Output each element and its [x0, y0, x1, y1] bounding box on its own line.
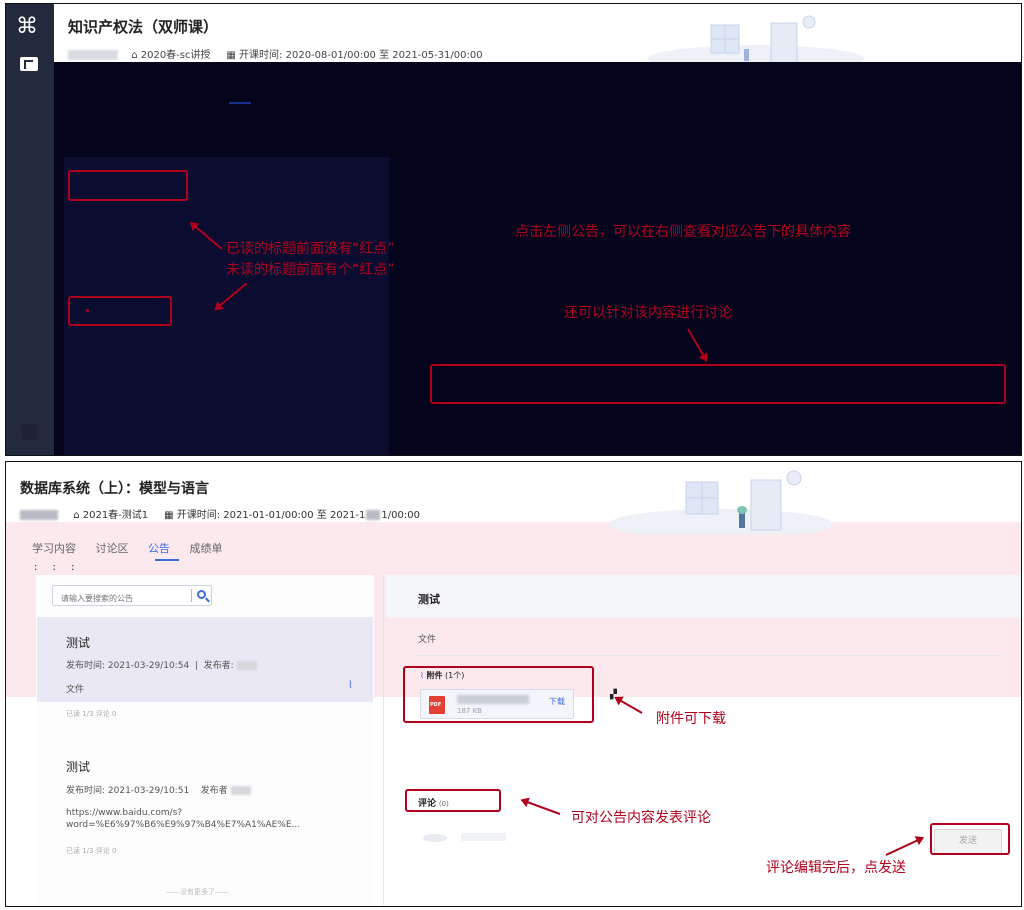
blurred-teacher-name [68, 50, 118, 60]
arrow-to-discussion [687, 328, 707, 361]
course-tabs: 学习内容 讨论区 公告 成绩单 [32, 540, 239, 556]
note-click-left: 点击左侧公告，可以在右侧查看对应公告下的具体内容 [515, 224, 851, 240]
no-more-label: ——没有更多了—— [166, 888, 229, 896]
date-end-tail: 1/00:00 [381, 510, 420, 521]
course-book-icon[interactable] [20, 57, 38, 71]
date-separator: 至 [379, 50, 390, 61]
blurred-date-part [366, 510, 381, 520]
active-tab-underline [229, 102, 251, 104]
dark-mask-overlay: 已读的标题前面没有“红点” 未读的标题前面有个“红点” 点击左侧公告，可以在右侧… [54, 62, 1021, 455]
course-meta: ⌂ 2020春-sc讲授 ▦ 开课时间: 2020-08-01/00:00 至 … [68, 46, 483, 61]
search-separator [191, 589, 192, 602]
tab-announcements[interactable]: 公告 [148, 542, 170, 555]
announcement-search[interactable] [52, 585, 212, 608]
rail-bottom-icon[interactable] [22, 424, 38, 440]
search-input[interactable] [53, 589, 183, 608]
arrow-to-send [885, 837, 923, 856]
screenshot-panel-1: ⌘ 知识产权法（双师课） ⌂ 2020春-sc讲授 ▦ 开课时间: 2020-0… [5, 3, 1022, 456]
list-item-time: 发布时间: 2021-03-29/10:51 [66, 786, 190, 796]
blurred-teacher-name [20, 510, 58, 520]
note-discuss: 还可以针对该内容进行讨论 [564, 305, 732, 321]
course-title: 数据库系统（上）：模型与语言 [20, 481, 209, 497]
date-start: 2020-08-01/00:00 [285, 50, 376, 61]
blurred-publisher [236, 661, 257, 670]
note-comment: 可对公告内容发表评论 [571, 810, 711, 826]
app-logo-icon[interactable]: ⌘ [16, 14, 38, 39]
screenshot-panel-2: 数据库系统（上）：模型与语言 ⌂ 2021春-测试1 ▦ 开课时间: 2021-… [5, 461, 1022, 907]
calendar-icon: ▦ [164, 510, 174, 521]
list-item-publisher: 发布者 [200, 786, 228, 796]
list-item-body-line2[interactable]: word=%E6%97%B6%E9%97%B4%E7%A1%AE%E... [66, 820, 300, 830]
detail-divider [416, 655, 1001, 656]
date-label: 开课时间: [176, 510, 221, 521]
detail-header [386, 575, 1021, 618]
attachment-highlight [403, 666, 594, 723]
note-read-line2: 未读的标题前面有个“红点” [226, 262, 395, 278]
unread-red-dot [86, 309, 89, 312]
list-item-stats: 已读 1/3 评论 0 [66, 847, 117, 855]
list-item-publisher: 发布者: [203, 661, 234, 671]
list-item-meta: 发布时间: 2021-03-29/10:54 | 发布者: [66, 658, 257, 671]
course-meta: ⌂ 2021春-测试1 ▦ 开课时间: 2021-01-01/00:00 至 2… [20, 506, 420, 521]
search-icon[interactable] [197, 590, 206, 599]
paperclip-icon: ⌇ [348, 680, 353, 691]
date-end: 2021-1 [329, 510, 366, 521]
sub-toolbar-dots: : : : [34, 562, 81, 573]
list-item-title[interactable]: 测试 [66, 758, 90, 775]
note-download: 附件可下载 [656, 711, 726, 727]
school-icon: ⌂ [73, 510, 80, 521]
list-item-time: 发布时间: 2021-03-29/10:54 [66, 661, 190, 671]
note-send: 评论编辑完后，点发送 [766, 860, 906, 876]
discussion-highlight [430, 364, 1006, 404]
blurred-publisher [230, 786, 251, 795]
course-title: 知识产权法（双师课） [68, 18, 219, 36]
list-item-meta: 发布时间: 2021-03-29/10:51 发布者 [66, 783, 251, 796]
school-icon: ⌂ [131, 50, 138, 61]
date-separator: 至 [316, 510, 327, 521]
blurred-user-name [461, 833, 506, 841]
school-label: 2020春-sc讲授 [140, 50, 211, 61]
list-item-title[interactable]: 测试 [66, 634, 90, 651]
date-end: 2021-05-31/00:00 [392, 50, 483, 61]
header-illustration-icon [648, 15, 864, 64]
tab-learning[interactable]: 学习内容 [32, 542, 76, 555]
left-nav-rail: ⌘ [6, 4, 54, 455]
school-label: 2021春-测试1 [82, 510, 149, 521]
date-label: 开课时间: [239, 50, 283, 61]
list-item-body: 文件 [66, 685, 85, 695]
list-item-stats: 已读 1/3 评论 0 [66, 710, 117, 718]
arrow-to-attachment [615, 697, 643, 714]
user-avatar [423, 834, 447, 842]
comment-highlight [405, 789, 501, 812]
calendar-icon: ▦ [226, 50, 236, 61]
header-illustration-icon [609, 470, 833, 534]
send-highlight [930, 823, 1010, 855]
column-divider [383, 575, 384, 905]
detail-title: 测试 [418, 593, 440, 606]
tab-discussion[interactable]: 讨论区 [96, 542, 129, 555]
list-item-body-line1[interactable]: https://www.baidu.com/s? [66, 808, 182, 818]
active-tab-underline [155, 559, 179, 561]
arrow-to-comment [522, 799, 561, 815]
tab-grades[interactable]: 成绩单 [190, 542, 223, 555]
detail-body: 文件 [418, 635, 437, 645]
read-item-highlight [68, 170, 188, 201]
unread-item-highlight [68, 296, 172, 326]
date-start: 2021-01-01/00:00 [223, 510, 314, 521]
note-read-line1: 已读的标题前面没有“红点” [226, 241, 395, 257]
